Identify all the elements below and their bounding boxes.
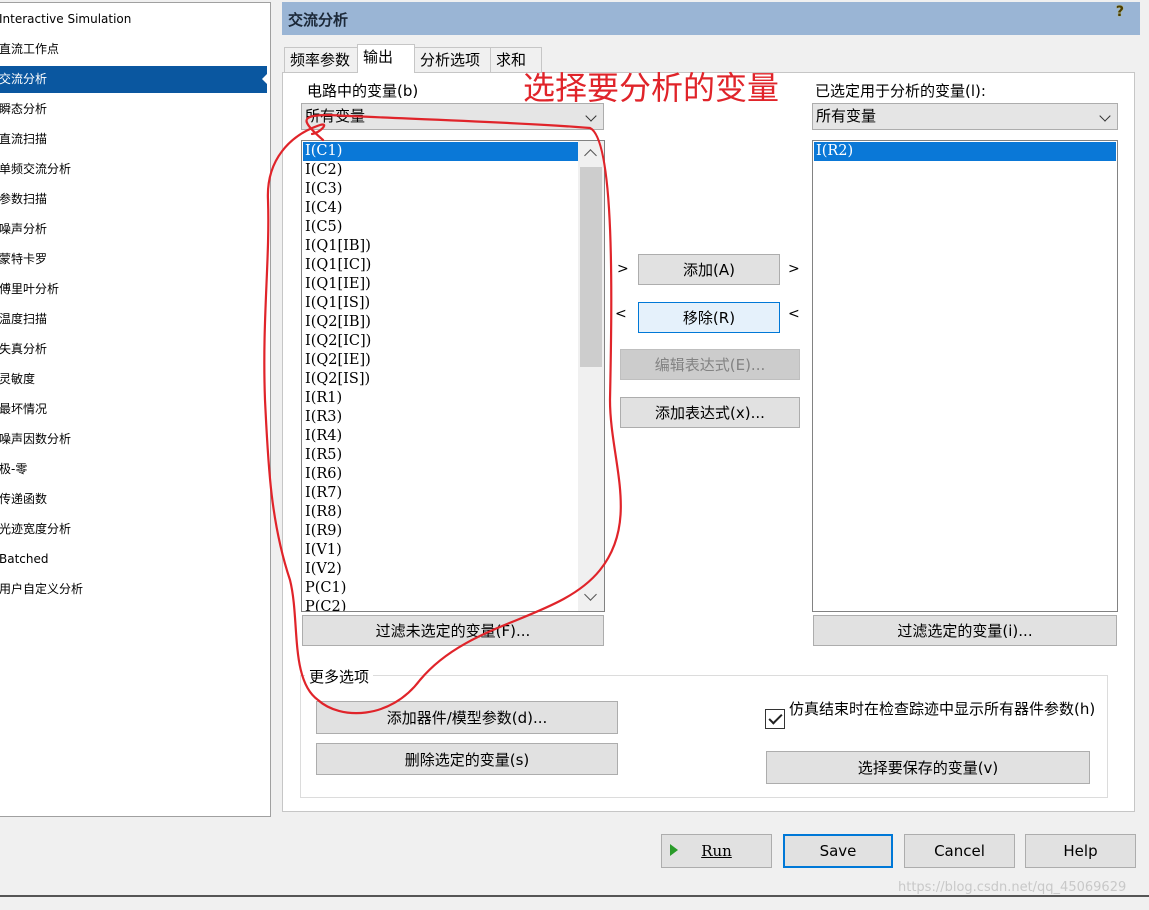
list-item[interactable]: I(R2) [814,142,1116,161]
selected-variables-filter-dropdown[interactable]: 所有变量 [812,103,1118,130]
tab-frequency-params[interactable]: 频率参数 [284,47,358,72]
show-all-device-params-checkbox[interactable] [765,709,785,729]
selected-variables-label: 已选定用于分析的变量(l): [815,82,986,100]
remove-arrow-left-glyph: < [615,306,627,322]
list-item[interactable]: I(Q1[IC]) [303,256,578,275]
run-button[interactable]: Run [661,834,772,868]
dropdown-value: 所有变量 [816,107,877,125]
remove-button[interactable]: 移除(R) [638,302,780,333]
filter-unselected-button[interactable]: 过滤未选定的变量(F)... [302,615,604,646]
circuit-variables-list[interactable]: I(C1) I(C2) I(C3) I(C4) I(C5) I(Q1[IB]) I(Q1[I… [301,140,605,612]
add-button[interactable]: 添加(A) [638,254,780,285]
nav-item-pole-zero[interactable]: 极-零 [0,456,267,483]
nav-item-sensitivity[interactable]: 灵敏度 [0,366,267,393]
list-item[interactable]: I(Q2[IB]) [303,313,578,332]
nav-item-temperature-sweep[interactable]: 温度扫描 [0,306,267,333]
filter-selected-button[interactable]: 过滤选定的变量(i)... [813,615,1117,646]
add-arrow-left-glyph: > [617,261,629,277]
nav-item-fourier[interactable]: 傅里叶分析 [0,276,267,303]
list-item[interactable]: I(Q2[IC]) [303,332,578,351]
bottom-border [0,895,1149,897]
selected-variables-list[interactable]: I(R2) [812,140,1118,612]
nav-item-batched[interactable]: Batched [0,546,267,573]
list-item[interactable]: I(R1) [303,389,578,408]
nav-item-dc-operating-point[interactable]: 直流工作点 [0,36,267,63]
list-item[interactable]: P(C2) [303,598,578,611]
more-options-label: 更多选项 [305,666,374,687]
list-item[interactable]: I(C3) [303,180,578,199]
list-item[interactable]: I(V2) [303,560,578,579]
analysis-nav-panel: Interactive Simulation 直流工作点 交流分析 瞬态分析 直… [0,2,271,817]
run-label: Run [701,842,732,860]
list-item[interactable]: I(C4) [303,199,578,218]
variables-scrollbar[interactable] [578,141,604,611]
list-item[interactable]: I(C1) [303,142,578,161]
list-item[interactable]: I(Q2[IE]) [303,351,578,370]
analysis-header: 交流分析 ? [282,2,1140,35]
help-icon[interactable]: ? [1116,4,1124,20]
nav-item-ac-analysis[interactable]: 交流分析 [0,66,267,93]
tab-analysis-options[interactable]: 分析选项 [414,47,491,72]
list-item[interactable]: I(C2) [303,161,578,180]
help-button[interactable]: Help [1025,834,1136,868]
list-item[interactable]: I(Q1[IB]) [303,237,578,256]
list-item[interactable]: P(C1) [303,579,578,598]
chevron-down-icon [585,110,597,122]
play-icon [670,844,678,856]
nav-item-dc-sweep[interactable]: 直流扫描 [0,126,267,153]
nav-item-transfer-function[interactable]: 传递函数 [0,486,267,513]
add-arrow-right-glyph: > [788,261,800,277]
nav-item-user-defined[interactable]: 用户自定义分析 [0,576,267,603]
select-save-variables-button[interactable]: 选择要保存的变量(v) [766,751,1090,784]
list-item[interactable]: I(R4) [303,427,578,446]
dropdown-value: 所有变量 [305,107,366,125]
list-item[interactable]: I(V1) [303,541,578,560]
list-item[interactable]: I(Q2[IS]) [303,370,578,389]
list-item[interactable]: I(Q1[IE]) [303,275,578,294]
nav-item-distortion[interactable]: 失真分析 [0,336,267,363]
list-item[interactable]: I(R8) [303,503,578,522]
delete-selected-variable-button[interactable]: 删除选定的变量(s) [316,743,618,775]
chevron-down-icon [1099,110,1111,122]
annotation-text: 选择要分析的变量 [523,69,780,107]
list-item[interactable]: I(R5) [303,446,578,465]
nav-item-single-freq-ac[interactable]: 单频交流分析 [0,156,267,183]
remove-arrow-right-glyph: < [788,306,800,322]
nav-item-worst-case[interactable]: 最坏情况 [0,396,267,423]
tab-output[interactable]: 输出 [357,44,415,73]
edit-expression-button[interactable]: 编辑表达式(E)... [620,349,800,380]
nav-item-noise-figure[interactable]: 噪声因数分析 [0,426,267,453]
scroll-down-icon[interactable] [584,588,597,601]
list-item[interactable]: I(R3) [303,408,578,427]
show-all-device-params-label: 仿真结束时在检查踪迹中显示所有器件参数(h) [789,700,1096,718]
add-device-param-button[interactable]: 添加器件/模型参数(d)... [316,701,618,734]
page-title: 交流分析 [288,11,349,29]
circuit-variables-label: 电路中的变量(b) [307,82,419,100]
nav-item-interactive-simulation[interactable]: Interactive Simulation [0,6,267,33]
add-expression-button[interactable]: 添加表达式(x)... [620,397,800,428]
scroll-thumb[interactable] [580,167,602,367]
cancel-button[interactable]: Cancel [904,834,1015,868]
list-item[interactable]: I(C5) [303,218,578,237]
nav-item-parameter-sweep[interactable]: 参数扫描 [0,186,267,213]
scroll-up-icon[interactable] [584,149,597,162]
list-item[interactable]: I(R6) [303,465,578,484]
list-item[interactable]: I(Q1[IS]) [303,294,578,313]
watermark-text: https://blog.csdn.net/qq_45069629 [898,880,1127,895]
list-item[interactable]: I(R7) [303,484,578,503]
nav-item-transient[interactable]: 瞬态分析 [0,96,267,123]
nav-item-monte-carlo[interactable]: 蒙特卡罗 [0,246,267,273]
nav-item-trace-width[interactable]: 光迹宽度分析 [0,516,267,543]
nav-item-noise[interactable]: 噪声分析 [0,216,267,243]
list-item[interactable]: I(R9) [303,522,578,541]
save-button[interactable]: Save [783,834,893,868]
